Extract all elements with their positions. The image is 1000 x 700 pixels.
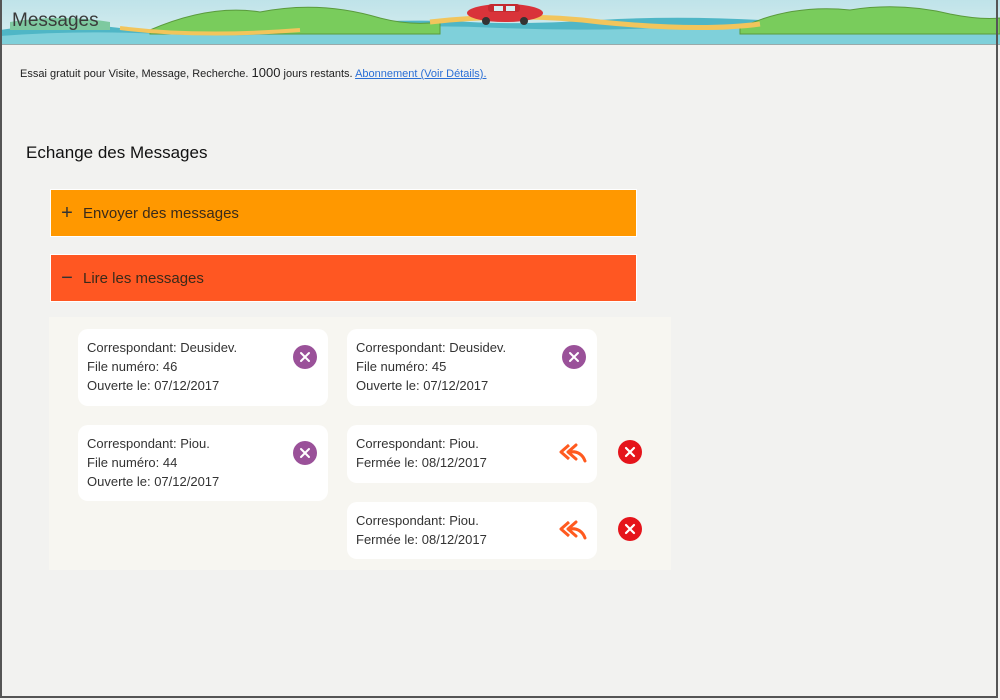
- header-banner: Messages: [0, 0, 1000, 45]
- file-number-text: File numéro: 45: [356, 359, 447, 374]
- status-text: Ouverte le: 07/12/2017: [87, 378, 220, 393]
- delete-icon[interactable]: [618, 517, 642, 541]
- read-messages-accordion[interactable]: − Lire les messages: [50, 254, 637, 302]
- message-card[interactable]: Correspondant: Deusidev. File numéro: 46…: [78, 329, 328, 406]
- read-messages-label: Lire les messages: [83, 269, 204, 287]
- correspondent-text: Correspondant: Deusidev.: [356, 340, 507, 355]
- reply-all-icon[interactable]: [559, 520, 587, 540]
- trial-text: Essai gratuit pour Visite, Message, Rech…: [20, 68, 249, 80]
- trial-days-label: jours restants.: [283, 68, 353, 80]
- status-text: Ouverte le: 07/12/2017: [87, 474, 220, 489]
- file-number-text: File numéro: 44: [87, 455, 178, 470]
- message-card[interactable]: Correspondant: Piou. Fermée le: 08/12/20…: [347, 425, 597, 483]
- subscription-details-link[interactable]: Abonnement (Voir Détails).: [355, 68, 486, 80]
- trial-days-count: 1000: [251, 65, 281, 80]
- close-icon[interactable]: [293, 345, 317, 369]
- page-title: Echange des Messages: [26, 143, 208, 162]
- message-card[interactable]: Correspondant: Piou. Fermée le: 08/12/20…: [347, 502, 597, 559]
- close-icon[interactable]: [562, 345, 586, 369]
- collapse-icon: −: [61, 266, 73, 289]
- correspondent-text: Correspondant: Piou.: [87, 436, 210, 451]
- landscape-illustration: [0, 4, 1000, 44]
- correspondent-text: Correspondant: Deusidev.: [87, 340, 238, 355]
- file-number-text: File numéro: 46: [87, 359, 178, 374]
- message-card[interactable]: Correspondant: Piou. File numéro: 44 Ouv…: [78, 425, 328, 501]
- delete-icon[interactable]: [618, 440, 642, 464]
- messages-panel: Correspondant: Deusidev. File numéro: 46…: [49, 317, 671, 570]
- send-messages-label: Envoyer des messages: [83, 204, 239, 222]
- status-text: Ouverte le: 07/12/2017: [356, 378, 489, 393]
- message-card[interactable]: Correspondant: Deusidev. File numéro: 45…: [347, 329, 597, 406]
- trial-notice: Essai gratuit pour Visite, Message, Rech…: [20, 65, 487, 80]
- car-icon: [467, 4, 543, 25]
- expand-icon: +: [61, 201, 73, 224]
- close-icon[interactable]: [293, 441, 317, 465]
- reply-all-icon[interactable]: [559, 443, 587, 463]
- window-title: Messages: [12, 10, 99, 31]
- send-messages-accordion[interactable]: + Envoyer des messages: [50, 189, 637, 237]
